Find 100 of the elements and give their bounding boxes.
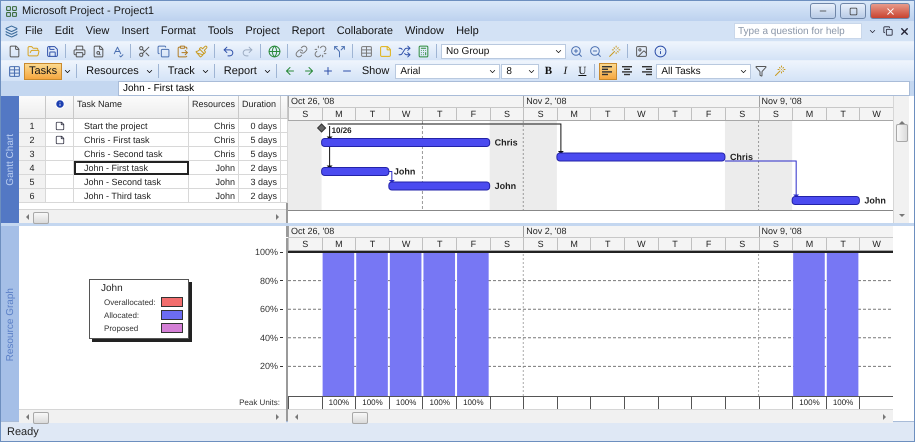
table-cell[interactable]: 2 days <box>239 189 281 203</box>
plus-icon[interactable] <box>322 65 334 77</box>
day-label: S <box>523 238 557 250</box>
split-icon[interactable] <box>332 44 346 58</box>
day-label: W <box>624 238 658 250</box>
printer-icon[interactable] <box>72 44 86 58</box>
table-cell[interactable]: Chris <box>189 147 239 161</box>
column-header[interactable]: Resources <box>189 96 239 119</box>
table-cell[interactable]: Chris - First task <box>74 133 189 147</box>
guide-button[interactable]: Track <box>162 62 200 80</box>
column-header[interactable]: Task Name <box>74 96 189 119</box>
close-button[interactable] <box>870 3 910 19</box>
table-cell[interactable]: Chris <box>189 133 239 147</box>
menu-item[interactable]: Insert <box>116 23 154 39</box>
new-file-icon[interactable] <box>8 44 20 58</box>
day-label: S <box>523 108 557 120</box>
zoom-out-icon[interactable] <box>588 44 602 58</box>
paste-icon[interactable] <box>176 44 188 58</box>
close-icon[interactable] <box>899 26 910 36</box>
zoom-in-icon[interactable] <box>570 44 582 58</box>
horizontal-scrollbar[interactable] <box>288 409 893 423</box>
info-icon[interactable] <box>654 44 666 58</box>
table-cell[interactable]: Start the project <box>74 119 189 133</box>
undo-icon[interactable] <box>222 44 234 58</box>
scissors-icon[interactable] <box>138 44 150 58</box>
filter-combo[interactable]: All Tasks <box>656 64 752 78</box>
font-combo[interactable]: Arial <box>395 64 500 78</box>
help-search-field[interactable]: Type a question for help <box>734 23 862 39</box>
row-number: 2 <box>19 133 46 147</box>
menu-item[interactable]: Help <box>451 23 484 39</box>
column-header[interactable] <box>46 96 74 119</box>
arrow-left-icon[interactable] <box>284 65 296 77</box>
table-cell[interactable]: John <box>189 189 239 203</box>
print-preview-icon[interactable] <box>92 44 104 58</box>
menu-item[interactable]: Report <box>286 23 330 39</box>
maximize-button[interactable] <box>840 3 866 19</box>
restore-icon[interactable] <box>883 26 893 36</box>
week-label: Nov 2, '08 <box>523 226 759 237</box>
align-center-icon[interactable] <box>621 66 634 76</box>
menu-item[interactable]: Tools <box>202 23 238 39</box>
menu-item[interactable]: View <box>80 23 114 39</box>
table-cell[interactable]: John <box>189 161 239 175</box>
style-button[interactable]: I <box>557 63 574 79</box>
day-label: T <box>355 108 389 120</box>
day-label: F <box>691 108 725 120</box>
bar-label: John <box>394 166 416 176</box>
grid-icon[interactable] <box>8 64 20 78</box>
menu-item[interactable]: Collaborate <box>332 23 398 39</box>
day-label: M <box>322 108 356 120</box>
wand-icon[interactable] <box>774 65 786 77</box>
table-cell[interactable]: Chris - Second task <box>74 147 189 161</box>
style-button[interactable]: B <box>540 63 556 79</box>
paintbrush-icon[interactable] <box>194 44 208 58</box>
horizontal-scrollbar[interactable] <box>19 209 286 223</box>
unlink-icon[interactable] <box>314 44 326 58</box>
guide-button[interactable]: Report <box>218 62 262 80</box>
show-button[interactable]: Show <box>356 62 394 80</box>
filter-icon[interactable] <box>755 65 768 77</box>
table-cell[interactable]: 2 days <box>239 161 281 175</box>
vertical-scrollbar[interactable] <box>893 96 909 223</box>
document-icon[interactable] <box>5 24 18 38</box>
legend-label: Overallocated: <box>104 298 156 306</box>
task-bar <box>792 196 860 205</box>
link-icon[interactable] <box>294 44 308 58</box>
guide-button[interactable]: Tasks <box>24 62 62 80</box>
column-header[interactable]: Duration <box>239 96 281 119</box>
day-label: T <box>422 108 456 120</box>
info-icon <box>54 99 64 109</box>
align-left-icon[interactable] <box>602 66 614 76</box>
group-combo[interactable]: No Group <box>441 44 566 58</box>
menu-item[interactable]: Format <box>156 23 201 39</box>
shuffle-icon[interactable] <box>398 44 410 58</box>
table-icon[interactable] <box>360 44 372 58</box>
globe-icon[interactable] <box>268 44 280 58</box>
save-icon[interactable] <box>46 44 58 58</box>
table-cell[interactable]: John <box>189 175 239 189</box>
copy-icon[interactable] <box>156 44 170 58</box>
table-cell[interactable]: 5 days <box>239 147 281 161</box>
font-size-combo[interactable]: 8 <box>501 64 540 78</box>
guide-button[interactable]: Resources <box>81 62 144 80</box>
table-cell[interactable]: 3 days <box>239 175 281 189</box>
calculator-icon[interactable] <box>416 44 430 58</box>
menu-item[interactable]: File <box>20 23 48 39</box>
table-cell[interactable]: Chris <box>189 119 239 133</box>
table-cell[interactable]: 0 days <box>239 119 281 133</box>
menu-item[interactable]: Project <box>240 23 285 39</box>
style-button[interactable]: U <box>574 63 590 79</box>
entry-field[interactable]: John - First task <box>118 81 910 96</box>
menu-item[interactable]: Window <box>400 23 450 39</box>
horizontal-scrollbar[interactable] <box>19 409 286 423</box>
wand-icon[interactable] <box>608 44 620 58</box>
table-cell[interactable]: John - Second task <box>74 175 189 189</box>
image-icon[interactable] <box>634 44 648 58</box>
table-cell[interactable]: 5 days <box>239 133 281 147</box>
align-right-icon[interactable] <box>640 66 652 76</box>
week-label: Oct 26, '08 <box>288 226 524 237</box>
table-cell[interactable]: John - First task <box>74 161 189 175</box>
arrow-right-icon[interactable] <box>302 65 315 77</box>
table-cell[interactable]: John - Third task <box>74 189 189 203</box>
menu-item[interactable]: Edit <box>50 23 79 39</box>
